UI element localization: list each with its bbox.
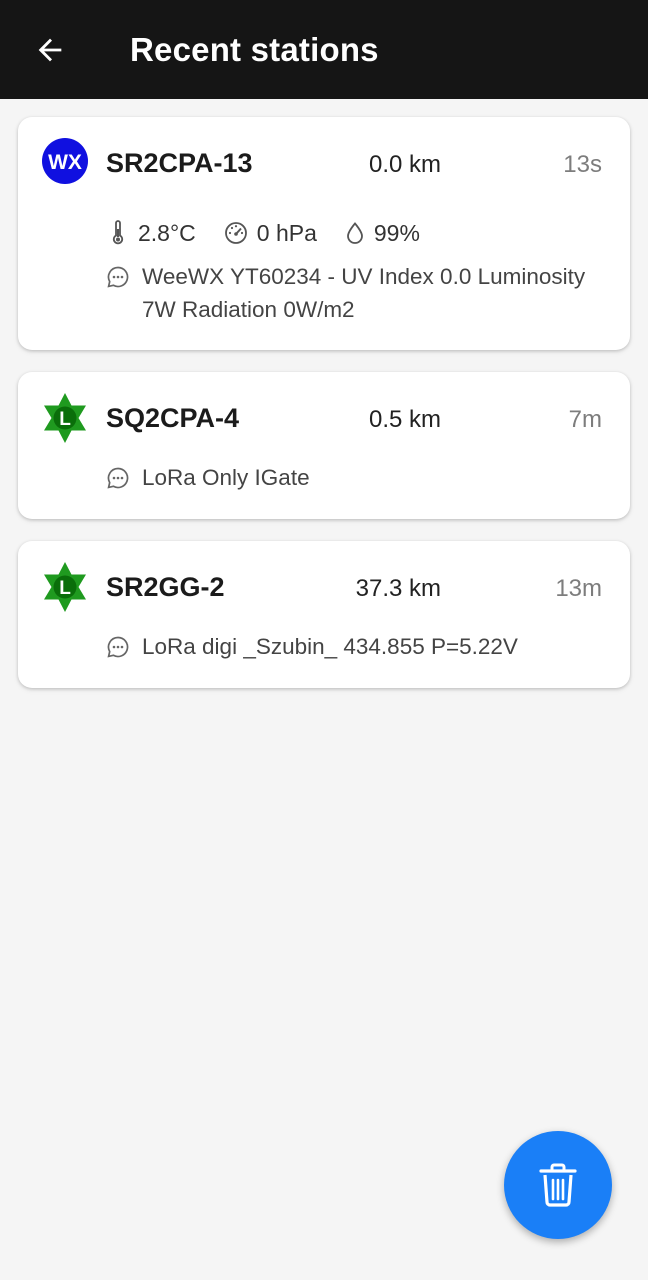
station-symbol-text: L	[59, 409, 71, 430]
app-bar: Recent stations	[0, 0, 648, 99]
station-comment: LoRa Only IGate	[142, 465, 310, 490]
temperature-item: 2.8°C	[106, 220, 196, 247]
chat-bubble-icon	[107, 636, 129, 658]
page-title: Recent stations	[130, 31, 379, 68]
lora-igate-star-icon: L	[44, 393, 86, 443]
humidity-item: 99%	[344, 220, 420, 247]
back-button[interactable]	[22, 22, 78, 78]
weather-station-icon: WX	[42, 138, 88, 184]
chat-bubble-icon	[107, 266, 129, 288]
water-drop-icon	[346, 222, 363, 244]
station-callsign: SR2GG-2	[106, 572, 225, 602]
arrow-left-icon	[38, 38, 62, 62]
station-age: 7m	[568, 406, 602, 433]
station-symbol-text: L	[59, 578, 71, 599]
station-age: 13m	[555, 575, 602, 602]
station-comment: LoRa digi _Szubin_ 434.855 P=5.22V	[142, 634, 518, 659]
station-age: 13s	[563, 151, 602, 178]
station-distance: 0.0 km	[368, 151, 441, 178]
clear-stations-button[interactable]	[504, 1131, 612, 1239]
app-root: Recent stations WX SR2CPA-13 0.0 km 13s …	[0, 0, 648, 1280]
station-symbol-text: WX	[48, 151, 82, 174]
lora-igate-star-icon: L	[44, 562, 86, 612]
station-card[interactable]: L SQ2CPA-4 0.5 km 7m LoRa Only IGate	[18, 372, 630, 519]
station-distance: 37.3 km	[355, 575, 441, 602]
station-comment-row: WeeWX YT60234 - UV Index 0.0 Luminosity …	[106, 260, 606, 326]
pressure-value: 0 hPa	[256, 219, 317, 246]
station-callsign: SQ2CPA-4	[106, 403, 240, 433]
station-card[interactable]: WX SR2CPA-13 0.0 km 13s 2.8°C 0 hPa 99% …	[18, 117, 630, 350]
station-comment-row: LoRa digi _Szubin_ 434.855 P=5.22V	[106, 630, 606, 663]
weather-row: 2.8°C 0 hPa 99%	[106, 217, 447, 249]
chat-bubble-icon	[107, 467, 129, 489]
thermometer-icon	[112, 220, 124, 245]
trash-icon	[539, 1163, 577, 1207]
station-callsign: SR2CPA-13	[106, 148, 253, 178]
station-distance: 0.5 km	[368, 406, 441, 433]
pressure-item: 0 hPa	[223, 220, 317, 247]
station-card[interactable]: L SR2GG-2 37.3 km 13m LoRa digi _Szubin_…	[18, 541, 630, 688]
temperature-value: 2.8°C	[138, 219, 196, 246]
gauge-icon	[224, 222, 247, 244]
humidity-value: 99%	[373, 219, 420, 246]
station-comment: WeeWX YT60234 - UV Index 0.0 Luminosity …	[142, 264, 586, 322]
station-comment-row: LoRa Only IGate	[106, 461, 606, 494]
